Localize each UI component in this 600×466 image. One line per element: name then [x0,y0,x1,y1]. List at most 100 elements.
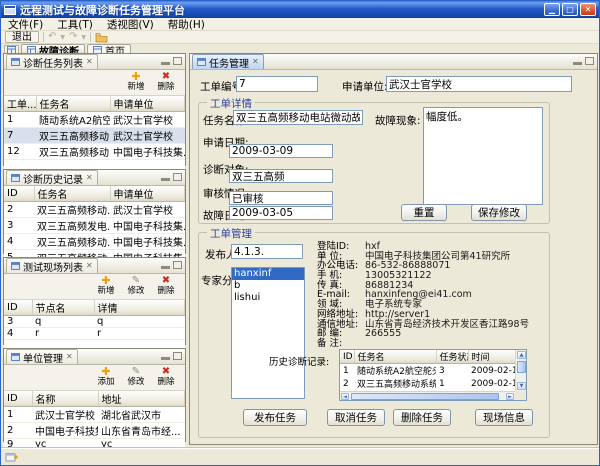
minimize-view-icon[interactable] [161,261,170,269]
delete-button[interactable]: ✖删除 [153,366,179,390]
save-changes-button[interactable]: 保存修改 [471,204,527,221]
column-header[interactable]: ID [4,300,32,316]
delete-button[interactable]: ✖删除 [153,275,179,299]
close-icon[interactable]: ✕ [580,3,596,16]
view-icon [11,58,20,66]
back-dropdown-icon[interactable]: ▼ [60,34,65,41]
close-view-icon[interactable]: ✕ [86,58,93,66]
fast-view-icon[interactable] [5,451,18,463]
scroll-left-icon[interactable]: ◄ [341,393,349,400]
expert-listbox[interactable]: hanxinfblishui [231,267,305,399]
publisher-input[interactable] [231,244,303,259]
fault-textarea[interactable]: 幅度低。 [423,107,543,205]
view-tab-diagnosis-history[interactable]: 诊断历史记录 ✕ [6,170,98,185]
open-folder-icon[interactable] [95,32,108,43]
menu-file[interactable]: 文件(F) [1,17,50,32]
column-header[interactable]: 名称 [32,391,98,407]
table-row[interactable]: 4双三五高频移动...中国电子科技集... [4,234,185,250]
table-row[interactable]: 3双三五高频发电...中国电子科技集... [4,218,185,234]
delete-task-button[interactable]: 删除任务 [393,409,451,426]
table-row[interactable]: 2中国电子科技集...山东省青岛市经... [4,423,185,439]
modify-button[interactable]: ✎修改 [123,366,149,390]
column-header[interactable]: 详情 [94,300,185,316]
back-icon[interactable]: ↶ [48,32,56,42]
maximize-icon[interactable]: □ [562,3,578,16]
column-header[interactable]: 任务名 [34,186,110,202]
diag-object-input[interactable] [229,169,333,183]
maximize-view-icon[interactable] [173,352,182,360]
add-button[interactable]: ✚新增 [123,71,149,95]
view-tab-task-management[interactable]: 任务管理 ✕ [192,54,264,69]
minimize-view-icon[interactable] [573,57,582,65]
column-header[interactable]: 申请单位 [110,186,185,202]
vertical-scrollbar[interactable]: ▲ ▼ [515,350,526,391]
close-view-icon[interactable]: ✕ [86,174,93,182]
status-bar [1,448,599,465]
column-header[interactable]: 工单... [4,96,36,112]
scroll-up-icon[interactable]: ▲ [517,351,526,359]
list-item[interactable]: lishui [232,292,304,304]
delete-button[interactable]: ✖删除 [153,71,179,95]
column-header[interactable]: ID [340,350,354,364]
apply-date-input[interactable] [229,144,333,158]
fault-date-input[interactable] [229,206,333,220]
publish-task-button[interactable]: 发布任务 [243,409,307,426]
menu-tools[interactable]: 工具(T) [50,17,100,32]
scroll-thumb[interactable] [517,361,526,373]
table-row[interactable]: 3qq [4,316,185,328]
column-header[interactable]: 地址 [98,391,185,407]
add-button[interactable]: ✚新增 [93,275,119,299]
table-row[interactable]: 7双三五高频移动...武汉士官学校 [4,128,185,144]
scroll-down-icon[interactable]: ▼ [517,382,526,390]
view-tab-diagnosis-tasks[interactable]: 诊断任务列表 ✕ [6,54,98,69]
close-view-icon[interactable]: ✕ [252,58,259,66]
maximize-view-icon[interactable] [173,261,182,269]
list-item[interactable]: hanxinf [232,268,304,280]
table-row[interactable]: 1随动系统A2航空舵头故障32009-02-18 [340,364,516,378]
cancel-task-button[interactable]: 取消任务 [327,409,385,426]
table-row[interactable]: 1随动系统A2航空...武汉士官学校 [4,112,185,128]
column-header[interactable]: 任务名 [354,350,436,364]
horizontal-scrollbar[interactable]: ◄ ► [340,391,515,400]
table-row[interactable]: 4rr [4,328,185,340]
task-name-input[interactable] [233,110,363,125]
reset-button[interactable]: 重置 [401,204,447,221]
minimize-icon[interactable]: ▁ [544,3,560,16]
table-row[interactable]: 2双三五高频移动...武汉士官学校 [4,202,185,218]
maximize-view-icon[interactable] [585,57,594,65]
exit-button[interactable]: 退出 [5,31,39,43]
column-header[interactable]: 节点名 [32,300,94,316]
column-header[interactable]: 任务状态 [436,350,468,364]
column-header[interactable]: 申请单位 [110,96,185,112]
maximize-view-icon[interactable] [173,57,182,65]
view-header: 测试现场列表 ✕ [4,258,185,274]
column-header[interactable]: ID [4,186,34,202]
column-header[interactable]: 时间 [468,350,516,364]
apply-unit-input[interactable] [386,76,572,92]
scroll-thumb[interactable] [351,393,499,400]
view-tab-units[interactable]: 单位管理 ✕ [6,349,78,364]
table-row[interactable]: 12双三五高频移动...中国电子科技集... [4,144,185,160]
list-item[interactable]: b [232,280,304,292]
scroll-right-icon[interactable]: ► [506,393,514,400]
modify-button[interactable]: ✎修改 [123,275,149,299]
column-header[interactable]: ID [4,391,32,407]
table-row[interactable]: 2双三五高频移动系统A3...12009-02-18 [340,377,516,390]
site-info-button[interactable]: 现场信息 [475,409,533,426]
minimize-view-icon[interactable] [161,173,170,181]
minimize-view-icon[interactable] [161,57,170,65]
minimize-view-icon[interactable] [161,352,170,360]
menu-help[interactable]: 帮助(H) [161,17,212,32]
column-header[interactable]: 任务名 [36,96,110,112]
view-tab-test-sites[interactable]: 测试现场列表 ✕ [6,258,98,273]
forward-dropdown-icon[interactable]: ▼ [81,34,86,41]
review-input[interactable] [229,191,333,205]
table-row[interactable]: 1武汉士官学校湖北省武汉市 [4,407,185,423]
menu-perspective[interactable]: 透视图(V) [100,17,161,32]
forward-icon[interactable]: ↷ [69,32,77,42]
close-view-icon[interactable]: ✕ [86,262,93,270]
close-view-icon[interactable]: ✕ [66,353,73,361]
maximize-view-icon[interactable] [173,173,182,181]
add-button[interactable]: ✚添加 [93,366,119,390]
order-no-input[interactable] [236,76,318,92]
